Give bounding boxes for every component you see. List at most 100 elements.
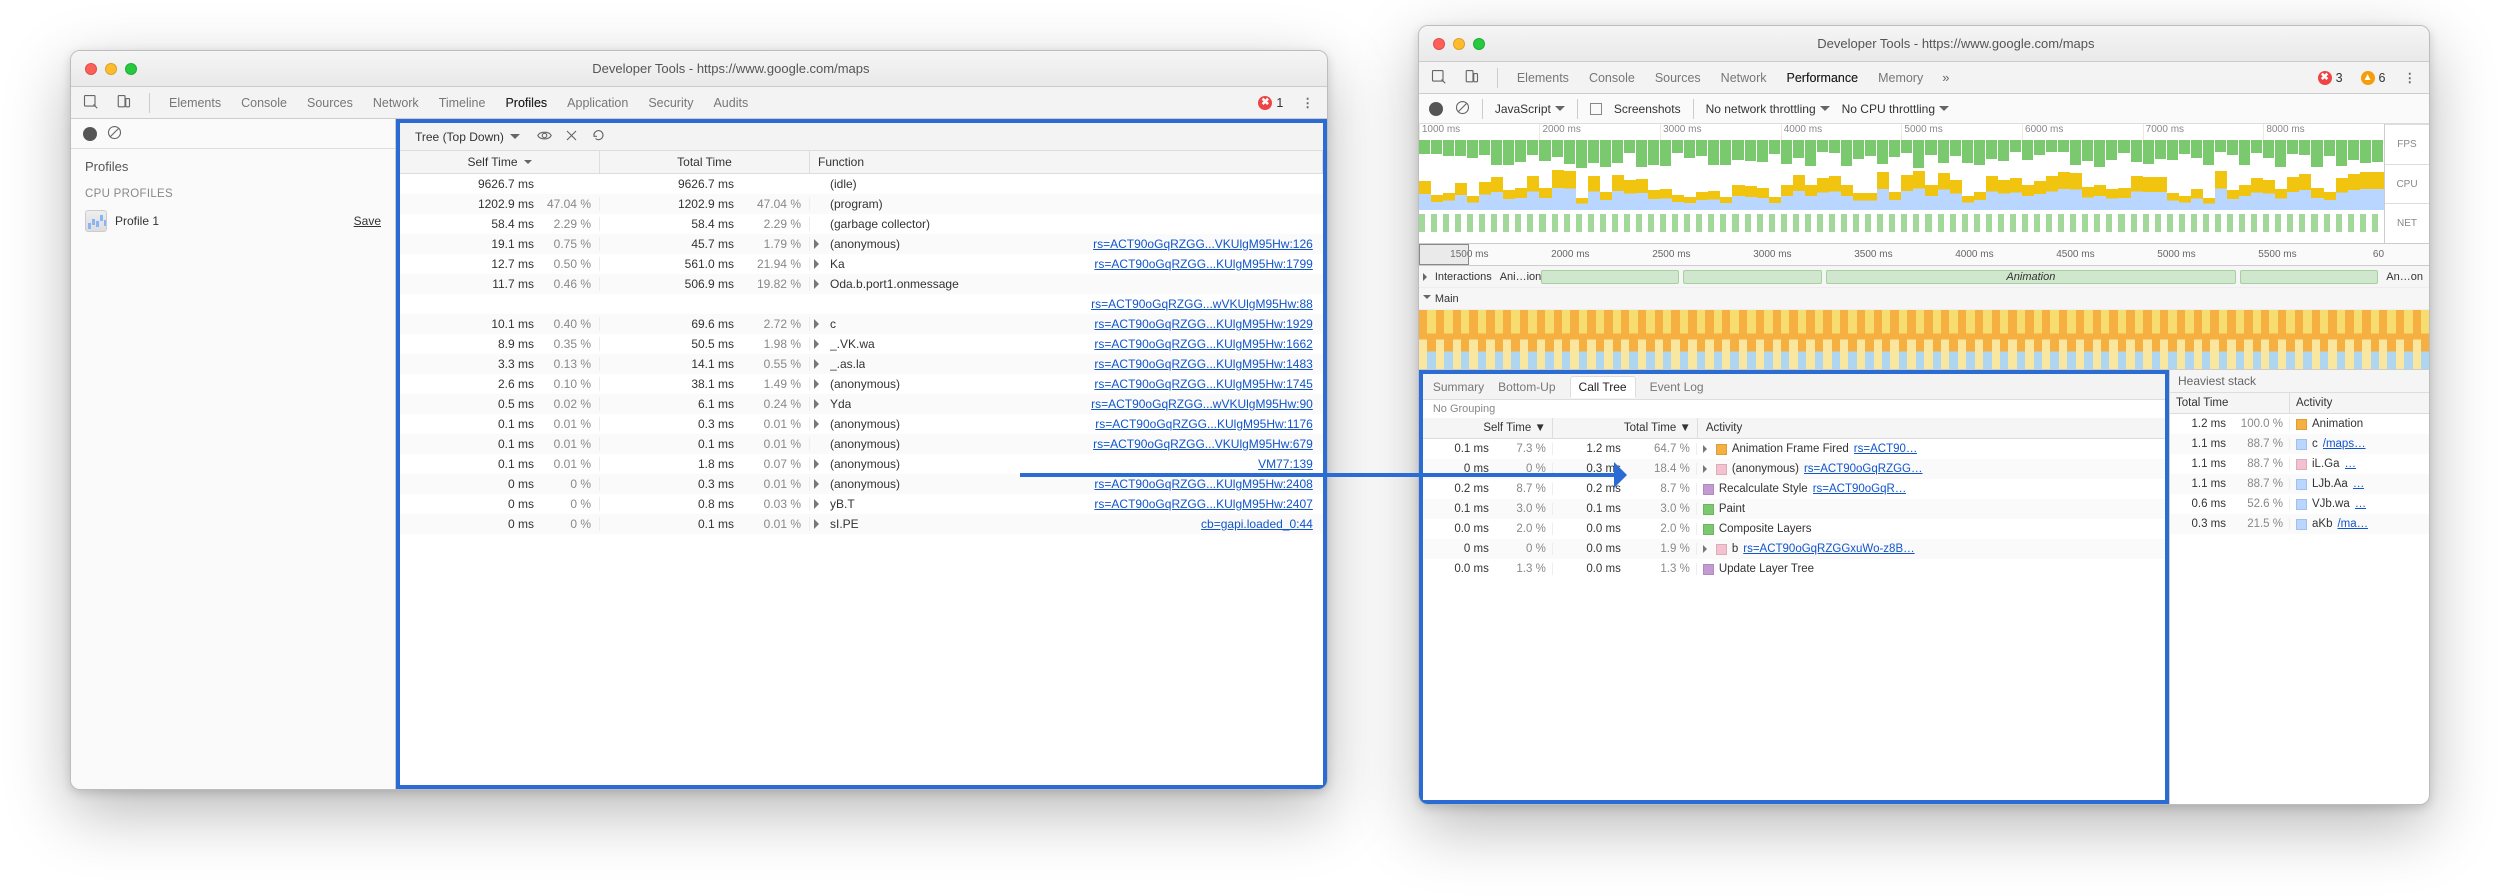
minimize-icon[interactable] — [105, 63, 117, 75]
table-row[interactable]: 0.3 ms21.5 %aKb/ma… — [2170, 514, 2429, 534]
tab-audits[interactable]: Audits — [712, 94, 749, 112]
clear-icon[interactable] — [107, 125, 122, 143]
screenshots-checkbox[interactable] — [1590, 103, 1602, 115]
table-row[interactable]: 0 ms0 %0.3 ms0.01 %(anonymous)rs=ACT90oG… — [400, 474, 1323, 494]
source-link[interactable]: rs=ACT90oGqRZGG...VKUlgM95Hw:126 — [1093, 237, 1323, 251]
cpu-throttle-select[interactable]: No CPU throttling — [1842, 102, 1949, 116]
source-link[interactable]: … — [2355, 498, 2367, 510]
table-row[interactable]: 1.2 ms100.0 %Animation — [2170, 414, 2429, 434]
tab-elements[interactable]: Elements — [1516, 69, 1570, 87]
table-row[interactable]: 0.0 ms1.3 %0.0 ms1.3 %Update Layer Tree — [1423, 559, 2165, 579]
table-row[interactable]: 0 ms0 %0.3 ms18.4 %(anonymous)rs=ACT90oG… — [1423, 459, 2165, 479]
tab-profiles[interactable]: Profiles — [504, 94, 548, 112]
close-icon[interactable] — [85, 63, 97, 75]
expand-icon[interactable] — [814, 239, 824, 249]
warning-badge[interactable]: ▲6 — [2361, 71, 2386, 85]
col-self-time[interactable]: Self Time — [400, 151, 600, 173]
filter-select[interactable]: JavaScript — [1495, 102, 1565, 116]
table-row[interactable]: 0 ms0 %0.1 ms0.01 %sI.PEcb=gapi.loaded_0… — [400, 514, 1323, 534]
tab-timeline[interactable]: Timeline — [438, 94, 487, 112]
table-row[interactable]: 8.9 ms0.35 %50.5 ms1.98 %_.VK.wars=ACT90… — [400, 334, 1323, 354]
expand-icon[interactable] — [814, 399, 824, 409]
inspect-icon[interactable] — [83, 94, 98, 112]
expand-icon[interactable] — [814, 339, 824, 349]
tab-sources[interactable]: Sources — [1654, 69, 1702, 87]
table-row[interactable]: 2.6 ms0.10 %38.1 ms1.49 %(anonymous)rs=A… — [400, 374, 1323, 394]
expand-icon[interactable] — [814, 319, 824, 329]
record-icon[interactable] — [1429, 102, 1443, 116]
table-row[interactable]: 0.1 ms0.01 %1.8 ms0.07 %(anonymous)VM77:… — [400, 454, 1323, 474]
kebab-icon[interactable]: ⋮ — [2404, 70, 2418, 85]
overview[interactable]: 1000 ms2000 ms3000 ms4000 ms5000 ms6000 … — [1419, 124, 2429, 244]
table-row[interactable]: 12.7 ms0.50 %561.0 ms21.94 %Kars=ACT90oG… — [400, 254, 1323, 274]
table-row[interactable]: 3.3 ms0.13 %14.1 ms0.55 %_.as.lars=ACT90… — [400, 354, 1323, 374]
table-row[interactable]: 10.1 ms0.40 %69.6 ms2.72 %crs=ACT90oGqRZ… — [400, 314, 1323, 334]
source-link[interactable]: rs=ACT90oGqRZGG...KUlgM95Hw:2408 — [1094, 477, 1322, 491]
table-row[interactable]: 1.1 ms88.7 %LJb.Aa… — [2170, 474, 2429, 494]
table-row[interactable]: 0.1 ms3.0 %0.1 ms3.0 %Paint — [1423, 499, 2165, 519]
error-badge[interactable]: ✖1 — [1258, 96, 1283, 110]
minimize-icon[interactable] — [1453, 38, 1465, 50]
tab-performance[interactable]: Performance — [1786, 69, 1860, 87]
source-link[interactable]: VM77:139 — [1258, 457, 1323, 471]
time-selection[interactable] — [1419, 244, 1469, 265]
source-link[interactable]: cb=gapi.loaded_0:44 — [1201, 517, 1323, 531]
clear-icon[interactable] — [1455, 100, 1470, 118]
table-row[interactable]: 1.1 ms88.7 %c/maps… — [2170, 434, 2429, 454]
flame-ruler[interactable]: 1500 ms2000 ms2500 ms3000 ms3500 ms4000 … — [1419, 244, 2429, 266]
network-throttle-select[interactable]: No network throttling — [1706, 102, 1830, 116]
table-row[interactable]: 0.2 ms8.7 %0.2 ms8.7 %Recalculate Styler… — [1423, 479, 2165, 499]
track-interactions[interactable]: Interactions Ani…ion Animation An…on — [1419, 266, 2429, 288]
tab-security[interactable]: Security — [647, 94, 694, 112]
zoom-icon[interactable] — [1473, 38, 1485, 50]
tab-application[interactable]: Application — [566, 94, 629, 112]
table-row[interactable]: 1202.9 ms47.04 %1202.9 ms47.04 %(program… — [400, 194, 1323, 214]
device-icon[interactable] — [1464, 69, 1479, 87]
clear-icon[interactable] — [564, 128, 579, 146]
table-row[interactable]: 11.7 ms0.46 %506.9 ms19.82 %Oda.b.port1.… — [400, 274, 1323, 294]
col-total-time[interactable]: Total Time — [600, 151, 810, 173]
col-activity[interactable]: Activity — [2290, 393, 2429, 413]
source-link[interactable]: rs=ACT90oGqRZGG...KUlgM95Hw:1929 — [1094, 317, 1322, 331]
source-link[interactable]: rs=ACT90oGqRZGG...KUlgM95Hw:1483 — [1094, 357, 1322, 371]
table-row[interactable]: 0.1 ms0.01 %0.3 ms0.01 %(anonymous)rs=AC… — [400, 414, 1323, 434]
source-link[interactable]: rs=ACT90… — [1854, 443, 1918, 455]
expand-icon[interactable] — [814, 519, 824, 529]
source-link[interactable]: rs=ACT90oGqR… — [1813, 483, 1907, 495]
expand-icon[interactable] — [814, 259, 824, 269]
track-main[interactable]: Main — [1419, 288, 2429, 310]
eye-icon[interactable] — [537, 128, 552, 146]
table-row[interactable]: 0.0 ms2.0 %0.0 ms2.0 %Composite Layers — [1423, 519, 2165, 539]
expand-icon[interactable] — [814, 499, 824, 509]
col-self-time[interactable]: Self Time ▼ — [1423, 418, 1553, 438]
source-link[interactable]: rs=ACT90oGqRZGG...wVKUlgM95Hw:90 — [1091, 397, 1323, 411]
table-row[interactable]: 0.1 ms0.01 %0.1 ms0.01 %(anonymous)rs=AC… — [400, 434, 1323, 454]
table-row[interactable]: 0 ms0 %0.8 ms0.03 %yB.Trs=ACT90oGqRZGG..… — [400, 494, 1323, 514]
table-row[interactable]: 58.4 ms2.29 %58.4 ms2.29 %(garbage colle… — [400, 214, 1323, 234]
save-link[interactable]: Save — [354, 214, 381, 228]
grouping-select[interactable]: No Grouping — [1423, 400, 2165, 418]
source-link[interactable]: rs=ACT90oGqRZGG...KUlgM95Hw:1799 — [1094, 257, 1322, 271]
profile-table[interactable]: 9626.7 ms9626.7 ms(idle)1202.9 ms47.04 %… — [400, 174, 1323, 785]
device-icon[interactable] — [116, 94, 131, 112]
source-link[interactable]: rs=ACT90oGqRZGG...KUlgM95Hw:2407 — [1094, 497, 1322, 511]
tab-sources[interactable]: Sources — [306, 94, 354, 112]
expand-icon[interactable] — [1703, 545, 1711, 553]
tab-network[interactable]: Network — [1720, 69, 1768, 87]
titlebar[interactable]: Developer Tools - https://www.google.com… — [71, 51, 1327, 87]
table-row[interactable]: 0.5 ms0.02 %6.1 ms0.24 %Ydars=ACT90oGqRZ… — [400, 394, 1323, 414]
source-link[interactable]: rs=ACT90oGqRZGG...KUlgM95Hw:1662 — [1094, 337, 1322, 351]
tab-console[interactable]: Console — [1588, 69, 1636, 87]
tab-console[interactable]: Console — [240, 94, 288, 112]
col-total-time[interactable]: Total Time — [2170, 393, 2290, 413]
source-link[interactable]: … — [2345, 458, 2357, 470]
expand-icon[interactable] — [814, 419, 824, 429]
source-link[interactable]: rs=ACT90oGqRZGG… — [1804, 463, 1923, 475]
table-row[interactable]: 19.1 ms0.75 %45.7 ms1.79 %(anonymous)rs=… — [400, 234, 1323, 254]
overflow-tabs-icon[interactable]: » — [1942, 70, 1946, 85]
table-row[interactable]: 0.1 ms7.3 %1.2 ms64.7 %Animation Frame F… — [1423, 439, 2165, 459]
source-link[interactable]: /maps… — [2323, 438, 2366, 450]
expand-icon[interactable] — [1703, 445, 1711, 453]
col-function[interactable]: Function — [810, 151, 1323, 173]
subtab-summary[interactable]: Summary — [1433, 380, 1484, 394]
